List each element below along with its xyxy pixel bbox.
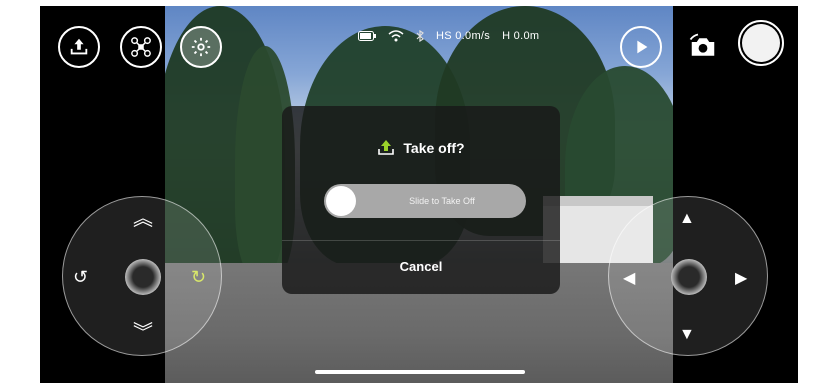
dialog-divider	[282, 240, 560, 241]
dialog-title: Take off?	[282, 140, 560, 156]
rotate-left-icon: ↺	[73, 267, 89, 287]
slide-to-takeoff-slider[interactable]: Slide to Take Off	[324, 184, 526, 218]
takeoff-upload-icon	[70, 38, 88, 55]
hs-value: 0.0m/s	[455, 30, 491, 42]
h-label: H	[502, 30, 511, 42]
settings-button[interactable]	[180, 26, 222, 68]
h-value: 0.0m	[513, 30, 540, 42]
wifi-icon	[388, 30, 404, 42]
shutter-icon	[742, 24, 780, 62]
slider-label: Slide to Take Off	[409, 196, 475, 206]
camera-icon	[689, 33, 715, 56]
right-joystick-knob[interactable]	[671, 259, 707, 295]
height-readout: H 0.0m	[502, 30, 539, 42]
takeoff-dialog: Take off? Slide to Take Off Cancel	[282, 106, 560, 294]
play-icon	[637, 40, 648, 54]
camera-switch-button[interactable]	[682, 26, 724, 68]
bluetooth-icon	[416, 30, 424, 42]
shutter-button[interactable]	[738, 20, 784, 66]
app-screen: HS 0.0m/s H 0.0m ︽ ︾ ↺ ↻ ▲ ▼ ◀ ▶ Take of…	[40, 6, 798, 383]
drone-icon	[131, 37, 151, 57]
left-arrow-icon: ◀	[623, 270, 636, 287]
playback-button[interactable]	[620, 26, 662, 68]
horizontal-speed-readout: HS 0.0m/s	[436, 30, 490, 42]
takeoff-icon	[378, 140, 395, 155]
gear-icon	[191, 37, 211, 57]
battery-icon	[358, 31, 376, 41]
right-joystick[interactable]: ▲ ▼ ◀ ▶	[608, 196, 768, 356]
device-frame: HS 0.0m/s H 0.0m ︽ ︾ ↺ ↻ ▲ ▼ ◀ ▶ Take of…	[0, 0, 822, 383]
descend-arrow-icon: ︾	[133, 322, 153, 344]
cancel-button[interactable]: Cancel	[282, 250, 560, 284]
dialog-title-text: Take off?	[403, 140, 465, 156]
takeoff-button[interactable]	[58, 26, 100, 68]
status-bar: HS 0.0m/s H 0.0m	[358, 30, 539, 42]
drone-mode-button[interactable]	[120, 26, 162, 68]
forward-arrow-icon: ▲	[679, 210, 695, 227]
left-joystick[interactable]: ︽ ︾ ↺ ↻	[62, 196, 222, 356]
ascend-arrow-icon: ︽	[133, 208, 153, 230]
home-indicator[interactable]	[315, 370, 525, 374]
slider-thumb[interactable]	[326, 186, 356, 216]
right-arrow-icon: ▶	[735, 270, 748, 287]
backward-arrow-icon: ▼	[679, 326, 695, 343]
hs-label: HS	[436, 30, 452, 42]
left-joystick-knob[interactable]	[125, 259, 161, 295]
rotate-right-icon: ↻	[191, 267, 207, 287]
